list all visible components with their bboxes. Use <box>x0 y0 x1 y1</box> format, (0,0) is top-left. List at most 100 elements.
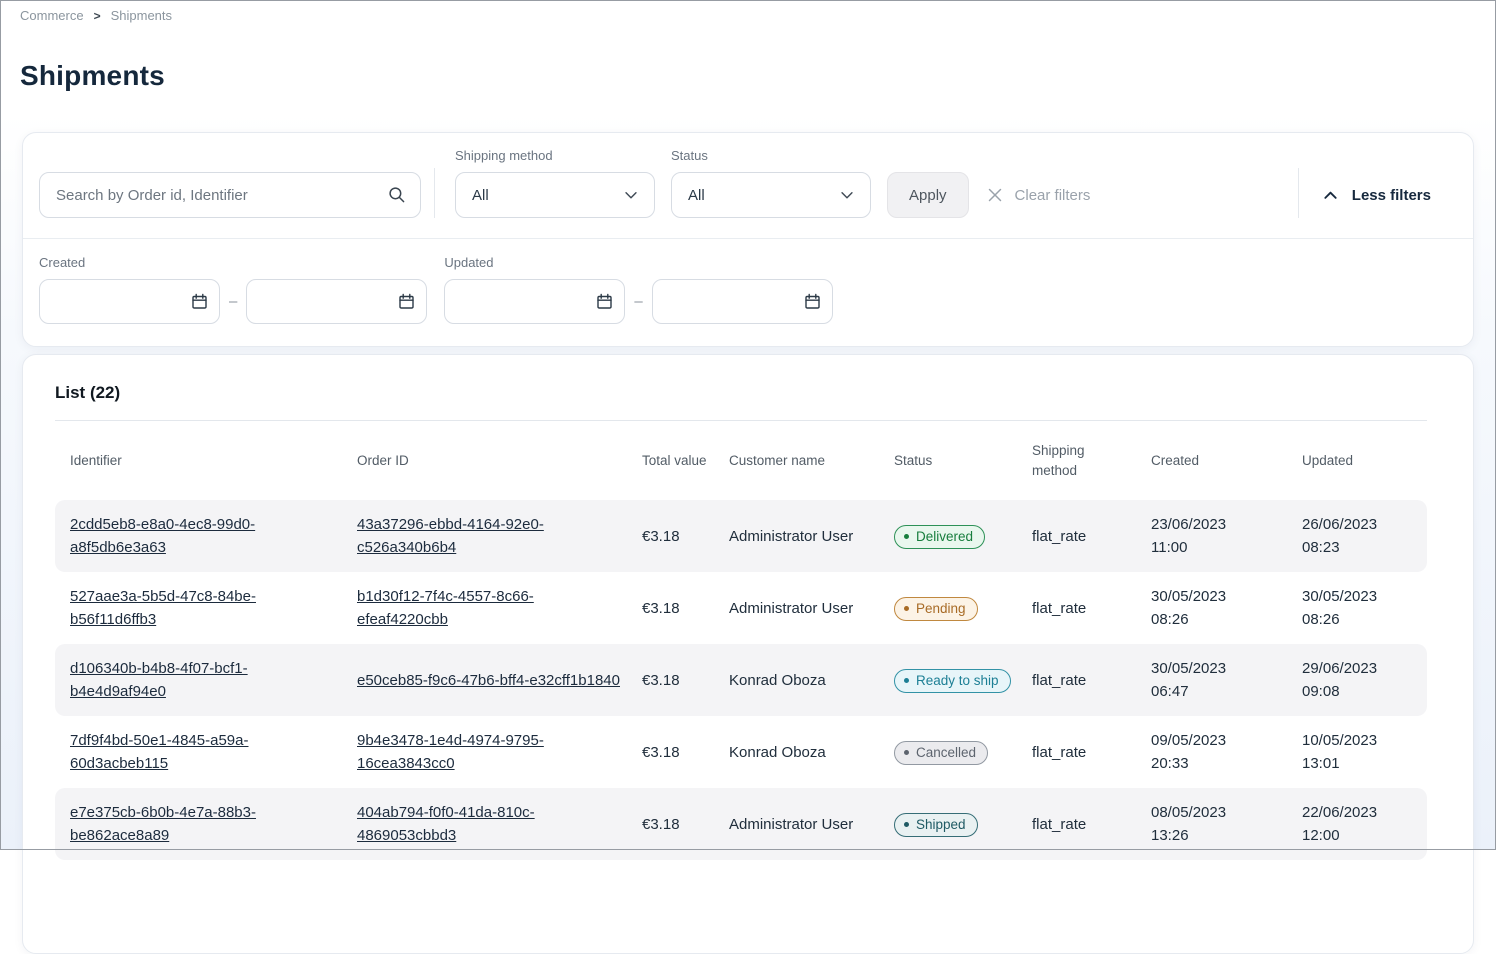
search-input[interactable] <box>39 172 421 218</box>
identifier-link[interactable]: 527aae3a-5b5d-47c8-84be-b56f11d6ffb3 <box>70 588 256 628</box>
status-filter: Status All <box>671 148 871 218</box>
chevron-down-icon <box>838 186 856 204</box>
order-id-link[interactable]: 9b4e3478-1e4d-4974-9795-16cea3843cc0 <box>357 732 544 772</box>
search-icon[interactable] <box>387 185 407 205</box>
order-id-link[interactable]: b1d30f12-7f4c-4557-8c66-efeaf4220cbb <box>357 588 534 628</box>
created-date-filter: Created – <box>39 255 427 324</box>
status-badge-label: Delivered <box>916 530 973 544</box>
identifier-link[interactable]: 2cdd5eb8-e8a0-4ec8-99d0-a8f5db6e3a63 <box>70 516 255 556</box>
calendar-icon[interactable] <box>190 292 209 311</box>
updated-to-wrap <box>652 279 833 324</box>
created-from-wrap <box>39 279 220 324</box>
total-value-cell: €3.18 <box>642 657 729 704</box>
status-dot <box>904 750 909 755</box>
created-cell: 30/05/202308:26 <box>1151 573 1302 644</box>
status-badge: Shipped <box>894 813 978 838</box>
calendar-icon[interactable] <box>595 292 614 311</box>
created-date: 09/05/2023 <box>1151 729 1282 752</box>
updated-time: 08:26 <box>1302 608 1407 631</box>
filter-divider-vertical <box>434 168 435 218</box>
updated-date-range: – <box>444 279 832 324</box>
shipping-method-cell: flat_rate <box>1032 729 1151 776</box>
page-header: Commerce > Shipments Shipments <box>0 0 1496 92</box>
total-value-cell: €3.18 <box>642 585 729 632</box>
column-header-customer-name: Customer name <box>729 421 894 500</box>
status-dot <box>904 606 909 611</box>
calendar-icon[interactable] <box>397 292 416 311</box>
status-select[interactable]: All <box>671 172 871 218</box>
shipping-method-filter: Shipping method All <box>455 148 655 218</box>
apply-button[interactable]: Apply <box>887 172 969 218</box>
created-date: 08/05/2023 <box>1151 801 1282 824</box>
customer-name-cell: Administrator User <box>729 513 894 560</box>
created-cell: 08/05/202313:26 <box>1151 789 1302 860</box>
created-cell: 23/06/202311:00 <box>1151 501 1302 572</box>
created-time: 13:26 <box>1151 824 1282 847</box>
filter-divider-vertical <box>1298 168 1299 218</box>
status-badge: Ready to ship <box>894 669 1011 694</box>
list-title: List (22) <box>55 383 1427 403</box>
customer-name-cell: Konrad Oboza <box>729 729 894 776</box>
created-time: 08:26 <box>1151 608 1282 631</box>
status-badge-label: Cancelled <box>916 746 976 760</box>
identifier-link[interactable]: 7df9f4bd-50e1-4845-a59a-60d3acbeb115 <box>70 732 248 772</box>
shipping-method-label: Shipping method <box>455 148 655 163</box>
updated-cell: 10/05/202313:01 <box>1302 717 1427 788</box>
filters-row-main: Shipping method All Status All Apply Cle… <box>23 133 1473 238</box>
less-filters-toggle[interactable]: Less filters <box>1322 172 1431 218</box>
updated-date: 29/06/2023 <box>1302 657 1407 680</box>
updated-time: 12:00 <box>1302 824 1407 847</box>
page-title: Shipments <box>20 60 1474 92</box>
customer-name-cell: Administrator User <box>729 801 894 848</box>
updated-cell: 22/06/202312:00 <box>1302 789 1427 860</box>
chevron-down-icon <box>622 186 640 204</box>
status-badge-label: Shipped <box>916 818 966 832</box>
breadcrumb-item-shipments: Shipments <box>111 8 172 23</box>
status-badge: Delivered <box>894 525 985 550</box>
clear-filters-button[interactable]: Clear filters <box>986 172 1091 218</box>
updated-date: 30/05/2023 <box>1302 585 1407 608</box>
status-label: Status <box>671 148 871 163</box>
breadcrumb-item-commerce[interactable]: Commerce <box>20 8 84 23</box>
identifier-link[interactable]: e7e375cb-6b0b-4e7a-88b3-be862ace8a89 <box>70 804 256 844</box>
range-separator: – <box>625 293 651 310</box>
column-header-shipping-method: Shipping method <box>1032 421 1151 500</box>
updated-label: Updated <box>444 255 832 270</box>
less-filters-label: Less filters <box>1352 187 1431 204</box>
table-row: 7df9f4bd-50e1-4845-a59a-60d3acbeb115 9b4… <box>55 716 1427 788</box>
updated-date: 26/06/2023 <box>1302 513 1407 536</box>
created-time: 20:33 <box>1151 752 1282 775</box>
identifier-link[interactable]: d106340b-b4b8-4f07-bcf1-b4e4d9af94e0 <box>70 660 248 700</box>
column-header-total-value: Total value <box>642 421 729 500</box>
filters-row-dates: Created – Updated <box>23 238 1473 346</box>
updated-cell: 26/06/202308:23 <box>1302 501 1427 572</box>
status-badge: Pending <box>894 597 978 622</box>
column-header-order-id: Order ID <box>357 421 642 500</box>
order-id-link[interactable]: 43a37296-ebbd-4164-92e0-c526a340b6b4 <box>357 516 544 556</box>
shipping-method-value: All <box>472 187 489 204</box>
updated-date: 10/05/2023 <box>1302 729 1407 752</box>
customer-name-cell: Administrator User <box>729 585 894 632</box>
status-dot <box>904 678 909 683</box>
shipping-method-select[interactable]: All <box>455 172 655 218</box>
created-time: 11:00 <box>1151 536 1282 559</box>
calendar-icon[interactable] <box>803 292 822 311</box>
order-id-link[interactable]: e50ceb85-f9c6-47b6-bff4-e32cff1b1840 <box>357 672 620 689</box>
updated-time: 13:01 <box>1302 752 1407 775</box>
order-id-link[interactable]: 404ab794-f0f0-41da-810c-4869053cbbd3 <box>357 804 535 844</box>
customer-name-cell: Konrad Oboza <box>729 657 894 704</box>
updated-from-wrap <box>444 279 625 324</box>
created-date: 23/06/2023 <box>1151 513 1282 536</box>
status-badge-label: Ready to ship <box>916 674 999 688</box>
created-date: 30/05/2023 <box>1151 585 1282 608</box>
created-label: Created <box>39 255 427 270</box>
content-area: Shipping method All Status All Apply Cle… <box>0 112 1496 850</box>
status-badge-label: Pending <box>916 602 966 616</box>
close-icon <box>986 186 1004 204</box>
table-header-row: Identifier Order ID Total value Customer… <box>55 421 1427 500</box>
updated-date: 22/06/2023 <box>1302 801 1407 824</box>
updated-time: 08:23 <box>1302 536 1407 559</box>
status-value: All <box>688 187 705 204</box>
status-dot <box>904 822 909 827</box>
total-value-cell: €3.18 <box>642 801 729 848</box>
